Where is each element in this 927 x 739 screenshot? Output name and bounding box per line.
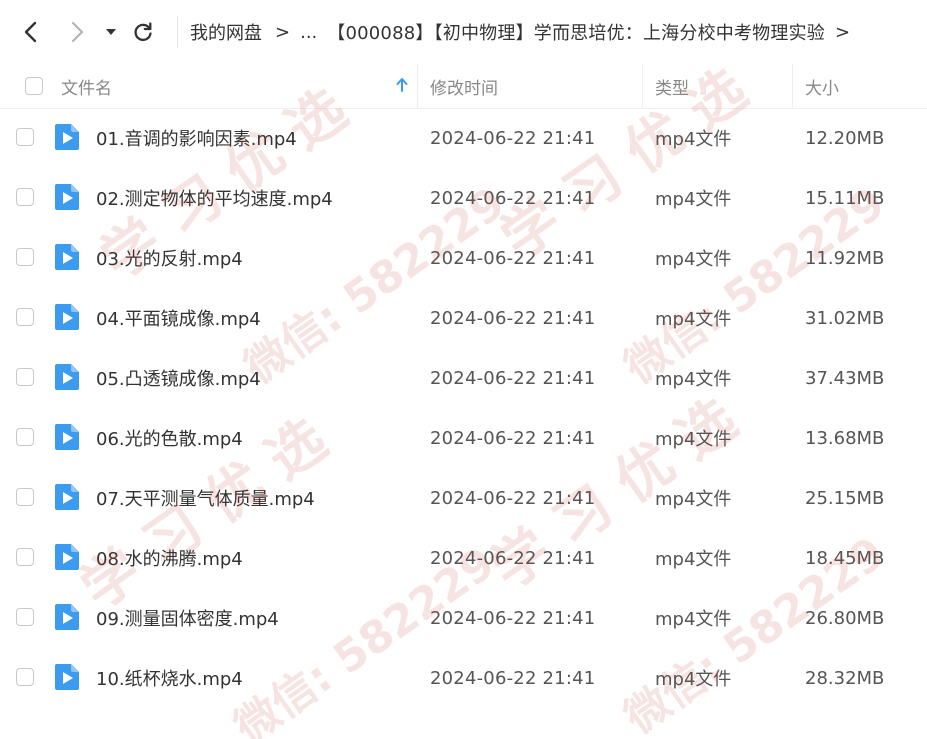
video-file-icon [55, 364, 79, 390]
file-name[interactable]: 09.测量固体密度.mp4 [96, 588, 279, 648]
arrow-up-icon[interactable] [396, 77, 408, 93]
row-checkbox[interactable] [16, 428, 34, 446]
chevron-left-icon [24, 21, 37, 43]
file-modified-time: 2024-06-22 21:41 [430, 607, 596, 629]
file-size: 18.45MB [805, 547, 885, 569]
file-type: mp4文件 [655, 609, 732, 630]
breadcrumb-tail-separator[interactable]: > [835, 22, 850, 43]
file-type: mp4文件 [655, 429, 732, 450]
row-checkbox[interactable] [16, 188, 34, 206]
row-checkbox[interactable] [16, 368, 34, 386]
file-name[interactable]: 06.光的色散.mp4 [96, 408, 243, 468]
file-name[interactable]: 05.凸透镜成像.mp4 [96, 348, 261, 408]
row-checkbox[interactable] [16, 308, 34, 326]
video-file-icon [55, 484, 79, 510]
file-type: mp4文件 [655, 249, 732, 270]
file-size: 13.68MB [805, 427, 885, 449]
header-name[interactable]: 文件名 [61, 64, 112, 108]
file-name[interactable]: 07.天平测量气体质量.mp4 [96, 468, 315, 528]
row-checkbox[interactable] [16, 668, 34, 686]
video-file-icon [55, 544, 79, 570]
video-file-icon [55, 184, 79, 210]
row-checkbox[interactable] [16, 488, 34, 506]
file-size: 26.80MB [805, 607, 885, 629]
header-divider[interactable] [642, 64, 643, 108]
toolbar-divider [177, 16, 178, 48]
file-type: mp4文件 [655, 369, 732, 390]
table-row[interactable]: 02.测定物体的平均速度.mp4 2024-06-22 21:41 mp4文件 15.… [0, 168, 927, 228]
file-modified-time: 2024-06-22 21:41 [430, 427, 596, 449]
table-row[interactable]: 01.音调的影响因素.mp4 2024-06-22 21:41 mp4文件 12.20… [0, 108, 927, 168]
file-name[interactable]: 10.纸杯烧水.mp4 [96, 648, 243, 708]
header-divider[interactable] [417, 64, 418, 108]
video-file-icon [55, 304, 79, 330]
file-size: 37.43MB [805, 367, 885, 389]
file-modified-time: 2024-06-22 21:41 [430, 247, 596, 269]
file-size: 31.02MB [805, 307, 885, 329]
header-type[interactable]: 类型 [655, 64, 689, 108]
file-size: 25.15MB [805, 487, 885, 509]
chevron-right-icon [71, 21, 84, 43]
header-divider[interactable] [792, 64, 793, 108]
file-modified-time: 2024-06-22 21:41 [430, 307, 596, 329]
file-table-header: 文件名 修改时间 类型 大小 [0, 64, 927, 109]
file-name[interactable]: 03.光的反射.mp4 [96, 228, 243, 288]
file-type: mp4文件 [655, 189, 732, 210]
file-modified-time: 2024-06-22 21:41 [430, 667, 596, 689]
file-name[interactable]: 01.音调的影响因素.mp4 [96, 108, 297, 168]
file-type: mp4文件 [655, 129, 732, 150]
breadcrumb: 我的网盘 > ... 【000088】【初中物理】学而思培优：上海分校中考物理实… [190, 18, 850, 46]
toolbar: 我的网盘 > ... 【000088】【初中物理】学而思培优：上海分校中考物理实… [0, 0, 927, 64]
breadcrumb-current-folder[interactable]: 【000088】【初中物理】学而思培优：上海分校中考物理实验 [327, 19, 825, 45]
header-modified[interactable]: 修改时间 [430, 64, 498, 108]
file-type: mp4文件 [655, 309, 732, 330]
table-row[interactable]: 07.天平测量气体质量.mp4 2024-06-22 21:41 mp4文件 25.1… [0, 468, 927, 528]
forward-button[interactable] [62, 17, 92, 47]
table-row[interactable]: 06.光的色散.mp4 2024-06-22 21:41 mp4文件 13.68MB [0, 408, 927, 468]
back-button[interactable] [16, 17, 46, 47]
file-name[interactable]: 02.测定物体的平均速度.mp4 [96, 168, 333, 228]
file-size: 11.92MB [805, 247, 885, 269]
table-row[interactable]: 05.凸透镜成像.mp4 2024-06-22 21:41 mp4文件 37.43MB [0, 348, 927, 408]
file-type: mp4文件 [655, 549, 732, 570]
table-row[interactable]: 03.光的反射.mp4 2024-06-22 21:41 mp4文件 11.92MB [0, 228, 927, 288]
row-checkbox[interactable] [16, 248, 34, 266]
file-name[interactable]: 08.水的沸腾.mp4 [96, 528, 243, 588]
file-size: 12.20MB [805, 127, 885, 149]
row-checkbox[interactable] [16, 548, 34, 566]
breadcrumb-ellipsis[interactable]: ... [300, 22, 317, 43]
file-modified-time: 2024-06-22 21:41 [430, 367, 596, 389]
video-file-icon [55, 604, 79, 630]
file-size: 15.11MB [805, 187, 885, 209]
table-row[interactable]: 09.测量固体密度.mp4 2024-06-22 21:41 mp4文件 26.80M… [0, 588, 927, 648]
file-modified-time: 2024-06-22 21:41 [430, 127, 596, 149]
select-all-checkbox[interactable] [25, 77, 43, 95]
video-file-icon [55, 424, 79, 450]
file-name[interactable]: 04.平面镜成像.mp4 [96, 288, 261, 348]
table-row[interactable]: 10.纸杯烧水.mp4 2024-06-22 21:41 mp4文件 28.32MB [0, 648, 927, 708]
refresh-button[interactable] [128, 17, 158, 47]
file-modified-time: 2024-06-22 21:41 [430, 187, 596, 209]
refresh-icon [134, 22, 152, 42]
video-file-icon [55, 124, 79, 150]
row-checkbox[interactable] [16, 128, 34, 146]
file-type: mp4文件 [655, 489, 732, 510]
video-file-icon [55, 664, 79, 690]
file-modified-time: 2024-06-22 21:41 [430, 547, 596, 569]
video-file-icon [55, 244, 79, 270]
file-size: 28.32MB [805, 667, 885, 689]
header-size[interactable]: 大小 [805, 64, 839, 108]
table-row[interactable]: 08.水的沸腾.mp4 2024-06-22 21:41 mp4文件 18.45MB [0, 528, 927, 588]
breadcrumb-separator: > [275, 21, 291, 43]
row-checkbox[interactable] [16, 608, 34, 626]
history-dropdown-button[interactable] [98, 17, 124, 47]
caret-down-icon [106, 29, 116, 35]
breadcrumb-root[interactable]: 我的网盘 [190, 19, 262, 45]
table-row[interactable]: 04.平面镜成像.mp4 2024-06-22 21:41 mp4文件 31.02MB [0, 288, 927, 348]
file-modified-time: 2024-06-22 21:41 [430, 487, 596, 509]
file-type: mp4文件 [655, 669, 732, 690]
